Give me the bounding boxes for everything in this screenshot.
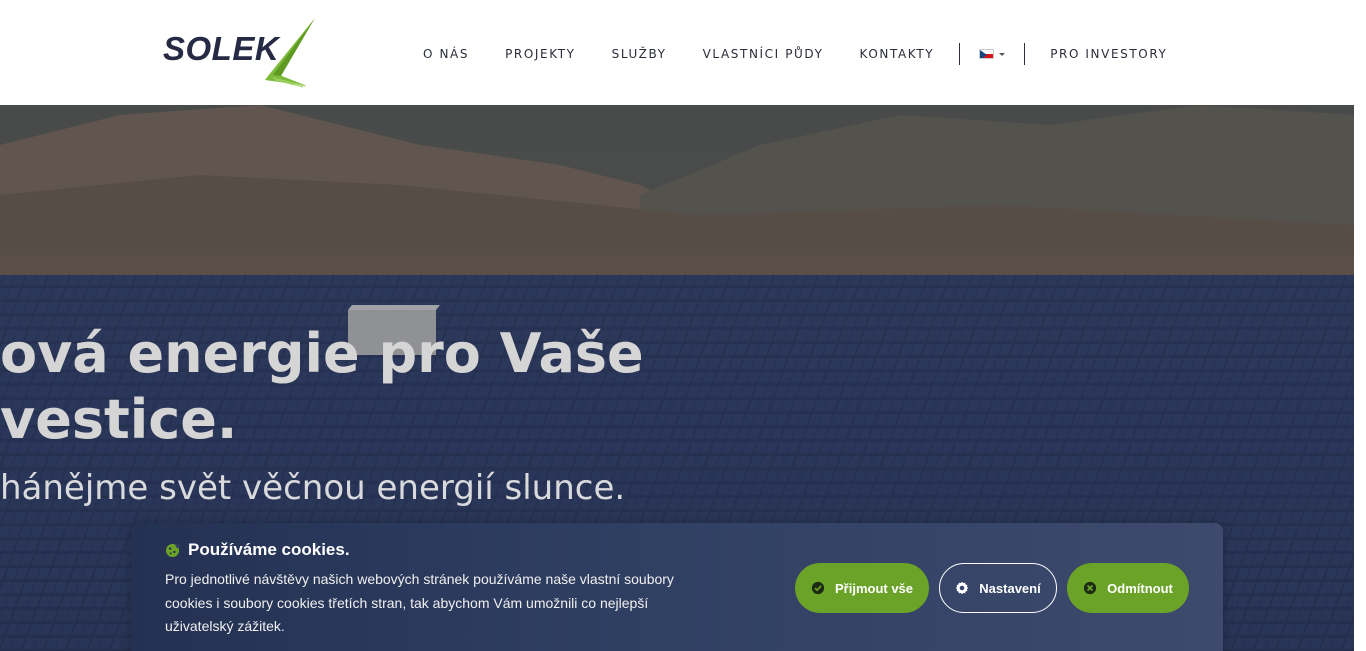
check-circle-icon [811,581,825,595]
reject-label: Odmítnout [1107,580,1173,596]
accept-all-label: Přijmout vše [834,580,914,596]
hero-subtitle: hánějme svět věčnou energií slunce. [0,468,626,508]
hero-title: ová energie pro Vaše vestice. [0,321,750,453]
nav-projekty[interactable]: PROJEKTY [505,47,576,61]
site-header: SOLEK O NÁS PROJEKTY SLUŽBY VLASTNÍCI PŮ… [0,0,1366,105]
nav-sluzby[interactable]: SLUŽBY [612,47,667,61]
nav-divider [1024,43,1026,65]
logo-text: SOLEK [163,30,280,67]
solek-logo[interactable]: SOLEK [163,18,318,88]
main-nav: O NÁS PROJEKTY SLUŽBY VLASTNÍCI PŮDY KON… [423,42,1167,66]
nav-divider [959,43,961,65]
nav-pro-investory[interactable]: PRO INVESTORY [1050,47,1167,61]
nav-vlastnici-pudy[interactable]: VLASTNÍCI PŮDY [703,47,824,61]
nav-kontakty[interactable]: KONTAKTY [860,47,935,61]
hero-title-line-2: vestice. [0,388,238,451]
cookie-title-text: Používáme cookies. [188,540,350,559]
cookie-title: Používáme cookies. [165,540,350,560]
reject-button[interactable]: Odmítnout [1067,563,1189,613]
gear-icon [955,581,969,595]
hero-section: ová energie pro Vaše vestice. hánějme sv… [0,105,1354,651]
chevron-down-icon [999,52,1006,56]
close-circle-icon [1084,581,1097,595]
nav-o-nas[interactable]: O NÁS [423,47,469,61]
logo-mark-icon [265,18,315,88]
language-selector[interactable] [979,49,1006,59]
cookie-description: Pro jednotlivé návštěvy našich webových … [165,571,674,634]
cookie-settings-label: Nastavení [979,580,1041,596]
page-scrollbar[interactable] [1354,105,1366,651]
cookie-banner: Používáme cookies. Pro jednotlivé návště… [131,523,1223,651]
hero-title-line-1: ová energie pro Vaše [0,322,644,385]
cookie-settings-button[interactable]: Nastavení [939,563,1057,613]
accept-all-button[interactable]: Přijmout vše [795,563,929,613]
czech-flag-icon [979,49,995,59]
cookie-icon [165,543,180,557]
